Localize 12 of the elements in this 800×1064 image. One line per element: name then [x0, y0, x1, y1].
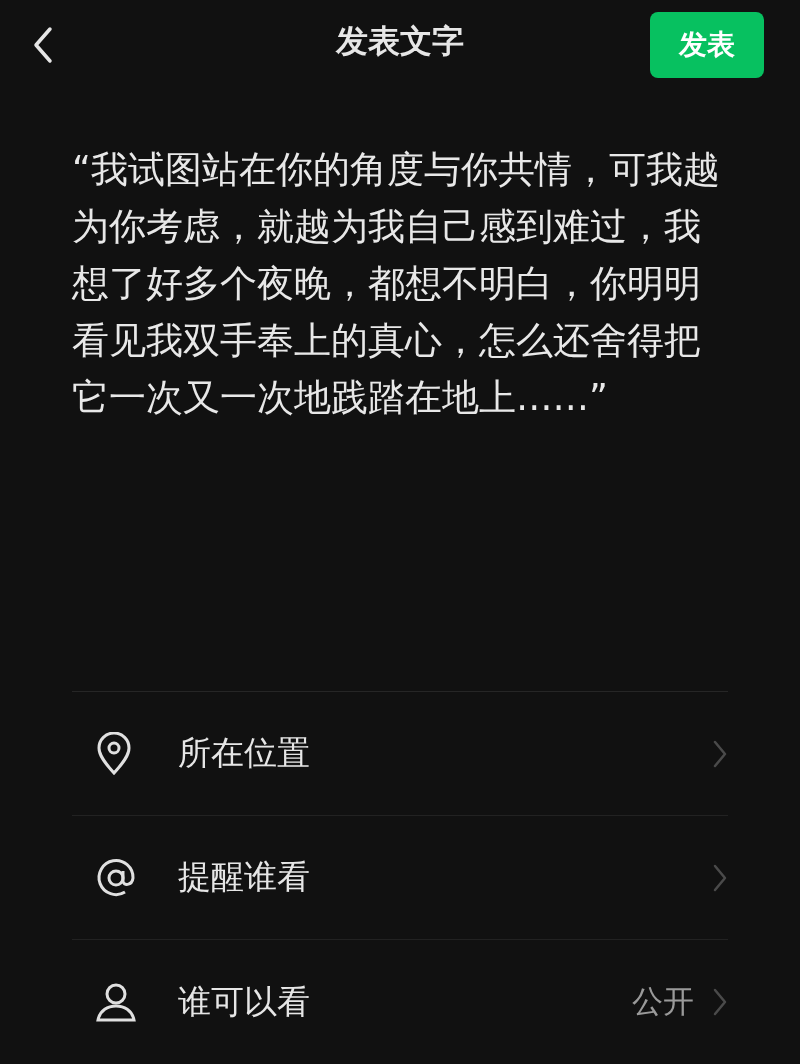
option-label: 所在位置	[178, 732, 310, 774]
option-value: 公开	[632, 982, 694, 1021]
chevron-right-icon	[712, 987, 728, 1017]
option-label: 谁可以看	[178, 980, 310, 1023]
option-label: 提醒谁看	[178, 856, 310, 898]
chevron-right-icon	[712, 738, 728, 769]
chevron-right-icon	[712, 862, 728, 893]
option-row[interactable]: 谁可以看 公开	[72, 940, 728, 1064]
option-row[interactable]: 提醒谁看	[72, 816, 728, 940]
page-title: 发表文字	[336, 22, 464, 60]
post-text: “我试图站在你的角度与你共情，可我越为你考虑，就越为我自己感到难过，我想了好多个夜晚，都想不明白，你明明看见我双手奉上的真心，怎么还舍得把它一次又一次地践踏在地上……”	[72, 146, 721, 421]
option-row[interactable]: 所在位置	[72, 692, 728, 816]
